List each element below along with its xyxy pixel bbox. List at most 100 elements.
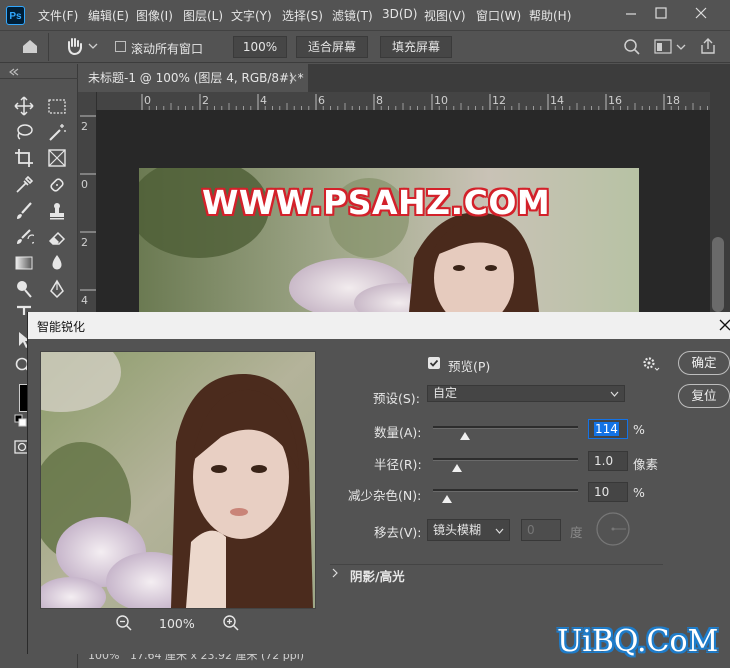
menu-filter[interactable]: 滤镜(T) [332, 7, 373, 24]
photoshop-logo-icon: Ps [6, 6, 25, 25]
hand-tool-icon[interactable] [64, 36, 86, 56]
section-divider [330, 564, 663, 565]
search-icon[interactable] [623, 38, 641, 56]
brush-tool-icon[interactable] [14, 201, 34, 221]
preview-checkbox[interactable] [428, 357, 440, 369]
close-window-icon[interactable] [690, 4, 712, 22]
clone-stamp-tool-icon[interactable] [47, 201, 67, 221]
amount-input[interactable]: 114 [588, 419, 628, 439]
radius-input[interactable]: 1.0 [588, 451, 628, 471]
ruler-left-tick-label: 4 [81, 294, 88, 307]
menu-3d[interactable]: 3D(D) [382, 7, 417, 21]
preview-label: 预览(P) [448, 359, 491, 374]
ruler-top-tick-label: 14 [550, 94, 564, 107]
remove-dropdown[interactable]: 镜头模糊 [427, 519, 510, 541]
move-tool-icon[interactable] [14, 96, 34, 116]
minimize-icon[interactable] [620, 4, 642, 22]
amount-value: 114 [594, 422, 619, 436]
menu-file[interactable]: 文件(F) [38, 7, 78, 24]
chevron-down-icon[interactable] [88, 42, 98, 50]
workspace-chevron-icon[interactable] [676, 43, 686, 51]
fill-screen-button[interactable]: 填充屏幕 [380, 36, 452, 58]
menu-type[interactable]: 文字(Y) [231, 7, 272, 24]
menu-select[interactable]: 选择(S) [282, 7, 323, 24]
preset-dropdown[interactable]: 自定 [427, 385, 625, 402]
workspace-icon[interactable] [654, 39, 674, 55]
zoom-out-icon[interactable] [115, 614, 133, 632]
blur-tool-icon[interactable] [47, 253, 67, 273]
crop-tool-icon[interactable] [14, 148, 34, 168]
noise-slider-track[interactable] [433, 489, 578, 492]
radius-slider-thumb[interactable] [452, 464, 462, 472]
preset-label: 预设(S): [373, 391, 420, 406]
options-bar: 滚动所有窗口 100% 适合屏幕 填充屏幕 [0, 30, 730, 63]
ruler-top: 0 2 4 6 8 10 12 14 16 18 [96, 92, 710, 111]
chevron-down-icon [610, 391, 619, 397]
menu-help[interactable]: 帮助(H) [529, 7, 571, 24]
menu-image[interactable]: 图像(I) [136, 7, 173, 24]
noise-slider-thumb[interactable] [442, 495, 452, 503]
menu-edit[interactable]: 编辑(E) [88, 7, 129, 24]
scrollbar-thumb[interactable] [712, 237, 724, 312]
amount-slider-thumb[interactable] [460, 432, 470, 440]
home-icon[interactable] [20, 37, 40, 55]
eraser-tool-icon[interactable] [47, 227, 67, 247]
vertical-scrollbar[interactable] [710, 92, 730, 312]
menu-view[interactable]: 视图(V) [424, 7, 466, 24]
document-tab-title: 未标题-1 @ 100% (图层 4, RGB/8#) * [88, 71, 304, 85]
dodge-tool-icon[interactable] [14, 279, 34, 299]
document-tab[interactable]: 未标题-1 @ 100% (图层 4, RGB/8#) * × [78, 64, 308, 92]
healing-brush-tool-icon[interactable] [47, 175, 67, 195]
lasso-tool-icon[interactable] [14, 122, 34, 142]
pen-tool-icon[interactable] [47, 279, 67, 299]
scroll-all-label: 滚动所有窗口 [131, 42, 204, 56]
ruler-left-tick-label: 2 [81, 236, 88, 249]
canvas-watermark-text: WWW.PSAHZ.COM [202, 183, 551, 222]
maximize-icon[interactable] [650, 4, 672, 22]
noise-input[interactable]: 10 [588, 482, 628, 502]
ruler-left-tick-label: 0 [81, 178, 88, 191]
ruler-top-tick-label: 6 [318, 94, 325, 107]
shadows-highlights-label[interactable]: 阴影/高光 [350, 566, 405, 585]
radius-unit: 像素 [633, 457, 659, 472]
history-brush-tool-icon[interactable] [14, 227, 34, 247]
gradient-tool-icon[interactable] [14, 253, 34, 273]
fit-screen-button[interactable]: 适合屏幕 [296, 36, 368, 58]
radius-slider-track[interactable] [433, 458, 578, 461]
tools-divider [0, 78, 78, 79]
menu-layer[interactable]: 图层(L) [183, 7, 223, 24]
ruler-top-tick-label: 8 [376, 94, 383, 107]
dialog-close-icon[interactable] [718, 318, 730, 332]
ruler-left: 2024 [78, 92, 97, 312]
site-watermark: UiBQ.CoM [557, 624, 719, 659]
collapse-panel-icon[interactable] [8, 68, 20, 76]
document-tab-close-icon[interactable]: × [288, 64, 298, 92]
ruler-top-tick-label: 18 [666, 94, 680, 107]
menu-window[interactable]: 窗口(W) [476, 7, 521, 24]
remove-label: 移去(V): [374, 525, 422, 540]
angle-dial-icon[interactable] [595, 511, 631, 547]
radius-label: 半径(R): [374, 457, 422, 472]
zoom-value-field[interactable]: 100% [233, 36, 287, 58]
chevron-right-icon[interactable] [331, 567, 339, 579]
menu-bar: Ps 文件(F) 编辑(E) 图像(I) 图层(L) 文字(Y) 选择(S) 滤… [0, 0, 730, 30]
ok-button[interactable]: 确定 [678, 351, 730, 375]
share-icon[interactable] [699, 37, 717, 55]
preview-image[interactable] [40, 351, 316, 609]
eyedropper-tool-icon[interactable] [14, 175, 34, 195]
angle-input[interactable]: 0 [521, 519, 561, 541]
magic-wand-tool-icon[interactable] [47, 122, 67, 142]
angle-unit: 度 [570, 525, 583, 540]
ruler-top-tick-label: 2 [202, 94, 209, 107]
frame-tool-icon[interactable] [47, 148, 67, 168]
settings-gear-icon[interactable] [642, 356, 662, 372]
marquee-tool-icon[interactable] [47, 96, 67, 116]
zoom-in-icon[interactable] [222, 614, 240, 632]
amount-slider-track[interactable] [433, 426, 578, 429]
dialog-title-bar: 智能锐化 [28, 312, 730, 339]
preview-zoom-value: 100% [159, 616, 195, 631]
ruler-top-tick-label: 10 [434, 94, 448, 107]
reset-button[interactable]: 复位 [678, 384, 730, 408]
divider [48, 33, 49, 61]
scroll-all-checkbox[interactable] [115, 41, 126, 52]
